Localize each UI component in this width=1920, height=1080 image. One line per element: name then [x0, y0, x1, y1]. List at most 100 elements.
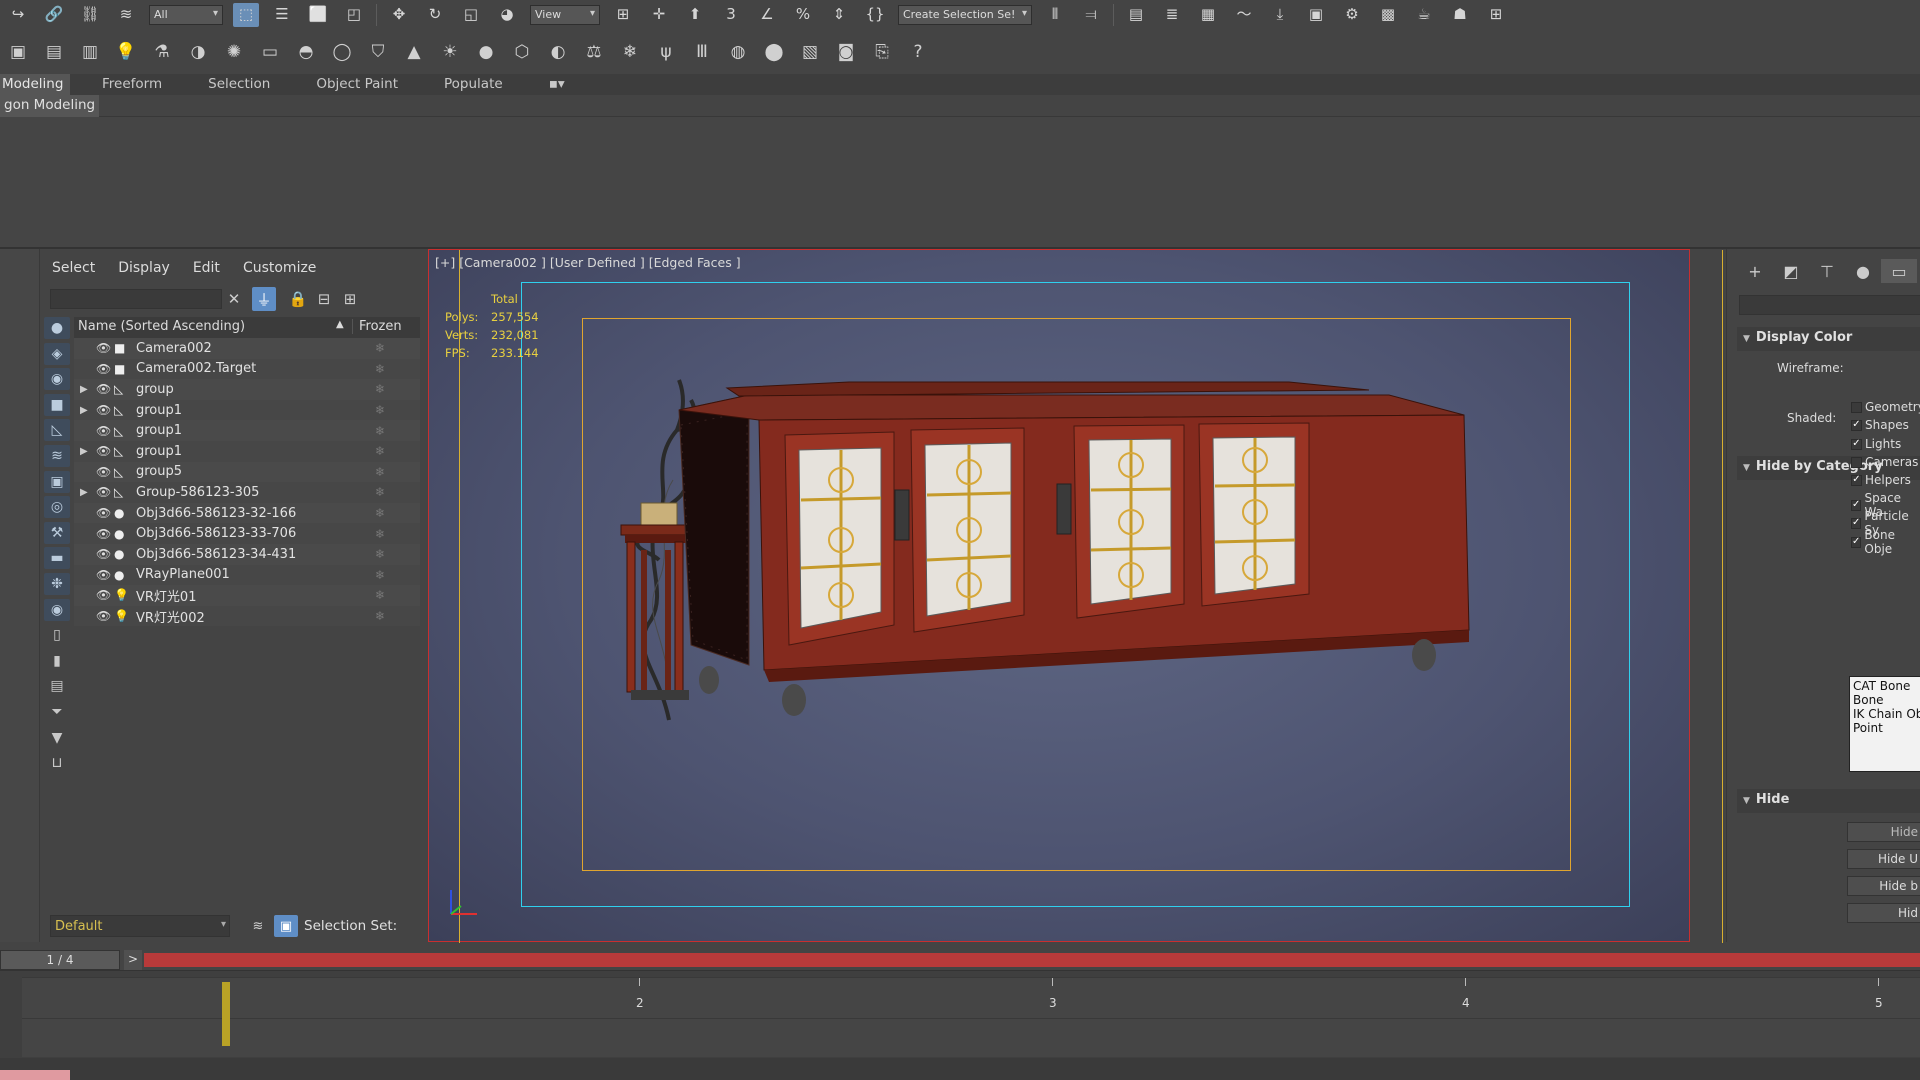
- explorer-row[interactable]: 👁 ◺ group1 ❄: [74, 420, 420, 441]
- checked-icon[interactable]: ✓: [1851, 517, 1862, 529]
- select-by-name-icon[interactable]: ☰: [269, 3, 295, 27]
- category-list-item[interactable]: CAT Bone: [1853, 679, 1917, 693]
- category-checkbox[interactable]: ✓ Lights: [1851, 437, 1901, 451]
- particles-filter-icon[interactable]: ❉: [44, 572, 70, 595]
- menu-customize[interactable]: Customize: [243, 260, 317, 276]
- visibility-eye-icon[interactable]: 👁: [96, 465, 111, 479]
- modify-tab-icon[interactable]: ◩: [1773, 259, 1809, 283]
- hide-by-hit-button[interactable]: Hid: [1847, 903, 1920, 923]
- lights-filter-icon[interactable]: ◉: [44, 368, 70, 391]
- column-name-header[interactable]: Name (Sorted Ascending): [78, 319, 245, 334]
- container-icon[interactable]: ⊔: [44, 752, 70, 774]
- scale-icon[interactable]: ◱: [458, 3, 484, 27]
- grass-icon[interactable]: ψ: [651, 37, 681, 67]
- sky-icon[interactable]: ●: [471, 37, 501, 67]
- tab-polygon-modeling[interactable]: gon Modeling: [0, 95, 100, 117]
- explorer-row[interactable]: 👁 ■ Camera002.Target ❄: [74, 358, 420, 380]
- expand-arrow-icon[interactable]: ▶: [80, 487, 90, 498]
- cosmos-icon[interactable]: ◙: [831, 37, 861, 67]
- align-icon[interactable]: ⫤: [1078, 3, 1104, 27]
- layer-dropdown[interactable]: Default: [50, 915, 230, 937]
- angle-snap-icon[interactable]: ∠: [754, 3, 780, 27]
- groups-filter-icon[interactable]: ▣: [44, 470, 70, 493]
- create-tab-icon[interactable]: +: [1737, 259, 1773, 283]
- shapes-filter-icon[interactable]: ◈: [44, 342, 70, 365]
- column-frozen-header[interactable]: Frozen: [352, 319, 402, 334]
- explorer-row[interactable]: 👁 ● Obj3d66-586123-34-431 ❄: [74, 543, 420, 565]
- category-checkbox[interactable]: ✓ Shapes: [1851, 418, 1909, 432]
- current-frame-marker[interactable]: [222, 982, 230, 1046]
- explorer-row[interactable]: 👁 💡 VR灯光01 ❄: [74, 585, 420, 606]
- maxscript-listener-indicator[interactable]: [0, 1070, 70, 1080]
- time-slider[interactable]: 1 / 4 >: [0, 950, 1920, 970]
- freeze-icon[interactable]: ❄: [375, 609, 385, 623]
- render-production-icon[interactable]: ☕: [1411, 3, 1437, 27]
- fur-icon[interactable]: ❄: [615, 37, 645, 67]
- lock-icon[interactable]: 🔒: [286, 287, 310, 311]
- viewport-label[interactable]: [+] [Camera002 ] [User Defined ] [Edged …: [435, 255, 741, 270]
- freeze-icon[interactable]: ❄: [375, 547, 385, 561]
- tab-selection[interactable]: Selection: [194, 74, 284, 95]
- visibility-eye-icon[interactable]: 👁: [96, 609, 111, 623]
- ribbon-toggle-icon[interactable]: ▦: [1195, 3, 1221, 27]
- display-tab-icon[interactable]: ▭: [1881, 259, 1917, 283]
- visibility-eye-icon[interactable]: 👁: [96, 485, 111, 499]
- plane-light-icon[interactable]: ▭: [255, 37, 285, 67]
- place-icon[interactable]: ◕: [494, 3, 520, 27]
- checked-icon[interactable]: ✓: [1851, 474, 1862, 486]
- xrefs-filter-icon[interactable]: ◎: [44, 496, 70, 519]
- unchecked-icon[interactable]: [1851, 456, 1862, 468]
- mirror-icon[interactable]: ⫴: [1042, 3, 1068, 27]
- category-checkbox[interactable]: ✓ Bone Obje: [1851, 528, 1920, 556]
- edit-named-selection-icon[interactable]: {}: [862, 3, 888, 27]
- camera-viewport[interactable]: [+] [Camera002 ] [User Defined ] [Edged …: [428, 249, 1723, 943]
- filter-icon[interactable]: ⏚: [252, 287, 276, 311]
- unlink-icon[interactable]: ⛓: [77, 3, 103, 27]
- spot-light-icon[interactable]: ▲: [399, 37, 429, 67]
- bind-space-warp-icon[interactable]: ≋: [113, 3, 139, 27]
- visibility-eye-icon[interactable]: 👁: [96, 424, 111, 438]
- cameras-filter-icon[interactable]: ■: [44, 393, 70, 416]
- layers-icon[interactable]: ≋: [246, 915, 270, 937]
- keyboard-shortcut-icon[interactable]: ⬆: [682, 3, 708, 27]
- freeze-icon[interactable]: ❄: [375, 568, 385, 582]
- category-list-item[interactable]: Point: [1853, 721, 1917, 735]
- explorer-row[interactable]: ▶ 👁 ◺ group1 ❄: [74, 399, 420, 421]
- sort-icon[interactable]: ⊞: [338, 287, 362, 311]
- export-icon[interactable]: ⎘: [867, 37, 897, 67]
- freeze-icon[interactable]: ❄: [375, 588, 385, 602]
- scene-converter-icon[interactable]: ▧: [795, 37, 825, 67]
- expand-arrow-icon[interactable]: ▶: [80, 384, 90, 395]
- light-mix-icon[interactable]: ✺: [219, 37, 249, 67]
- visibility-eye-icon[interactable]: 👁: [96, 568, 111, 582]
- visibility-eye-icon[interactable]: 👁: [96, 362, 111, 376]
- command-panel-name-field[interactable]: [1739, 295, 1920, 315]
- sun-icon[interactable]: ☀: [435, 37, 465, 67]
- redo-icon[interactable]: ↪: [5, 3, 31, 27]
- hierarchy-tab-icon[interactable]: ⊤: [1809, 259, 1845, 283]
- explorer-row[interactable]: ▶ 👁 ◺ group ❄: [74, 379, 420, 400]
- render-setup-icon[interactable]: ⚙: [1339, 3, 1365, 27]
- visibility-eye-icon[interactable]: 👁: [96, 403, 111, 417]
- create-selection-set-dropdown[interactable]: Create Selection Se!: [898, 4, 1032, 25]
- sphere-icon[interactable]: ⬤: [759, 37, 789, 67]
- dome-light-icon[interactable]: ◓: [291, 37, 321, 67]
- tab-freeform[interactable]: Freeform: [88, 74, 176, 95]
- hide-unselected-button[interactable]: Hide U: [1847, 849, 1920, 869]
- move-icon[interactable]: ✥: [386, 3, 412, 27]
- freeze-icon[interactable]: ❄: [375, 362, 385, 376]
- menu-edit[interactable]: Edit: [193, 260, 220, 276]
- render-window-icon[interactable]: ▥: [75, 37, 105, 67]
- explorer-row[interactable]: 👁 ● Obj3d66-586123-33-706 ❄: [74, 523, 420, 544]
- percent-snap-icon[interactable]: %: [790, 3, 816, 27]
- link-icon[interactable]: 🔗: [41, 3, 67, 27]
- time-slider-bar[interactable]: [144, 953, 1920, 967]
- spacewarps-filter-icon[interactable]: ≋: [44, 444, 70, 467]
- visibility-eye-icon[interactable]: 👁: [96, 341, 111, 355]
- geometry-filter-icon[interactable]: ●: [44, 317, 70, 339]
- expand-arrow-icon[interactable]: ▶: [80, 405, 90, 416]
- hide-by-name-button[interactable]: Hide b: [1847, 876, 1920, 896]
- schematic-view-icon[interactable]: ⤓: [1267, 3, 1293, 27]
- properties-icon[interactable]: ▤: [44, 675, 70, 697]
- visibility-eye-icon[interactable]: 👁: [96, 506, 111, 520]
